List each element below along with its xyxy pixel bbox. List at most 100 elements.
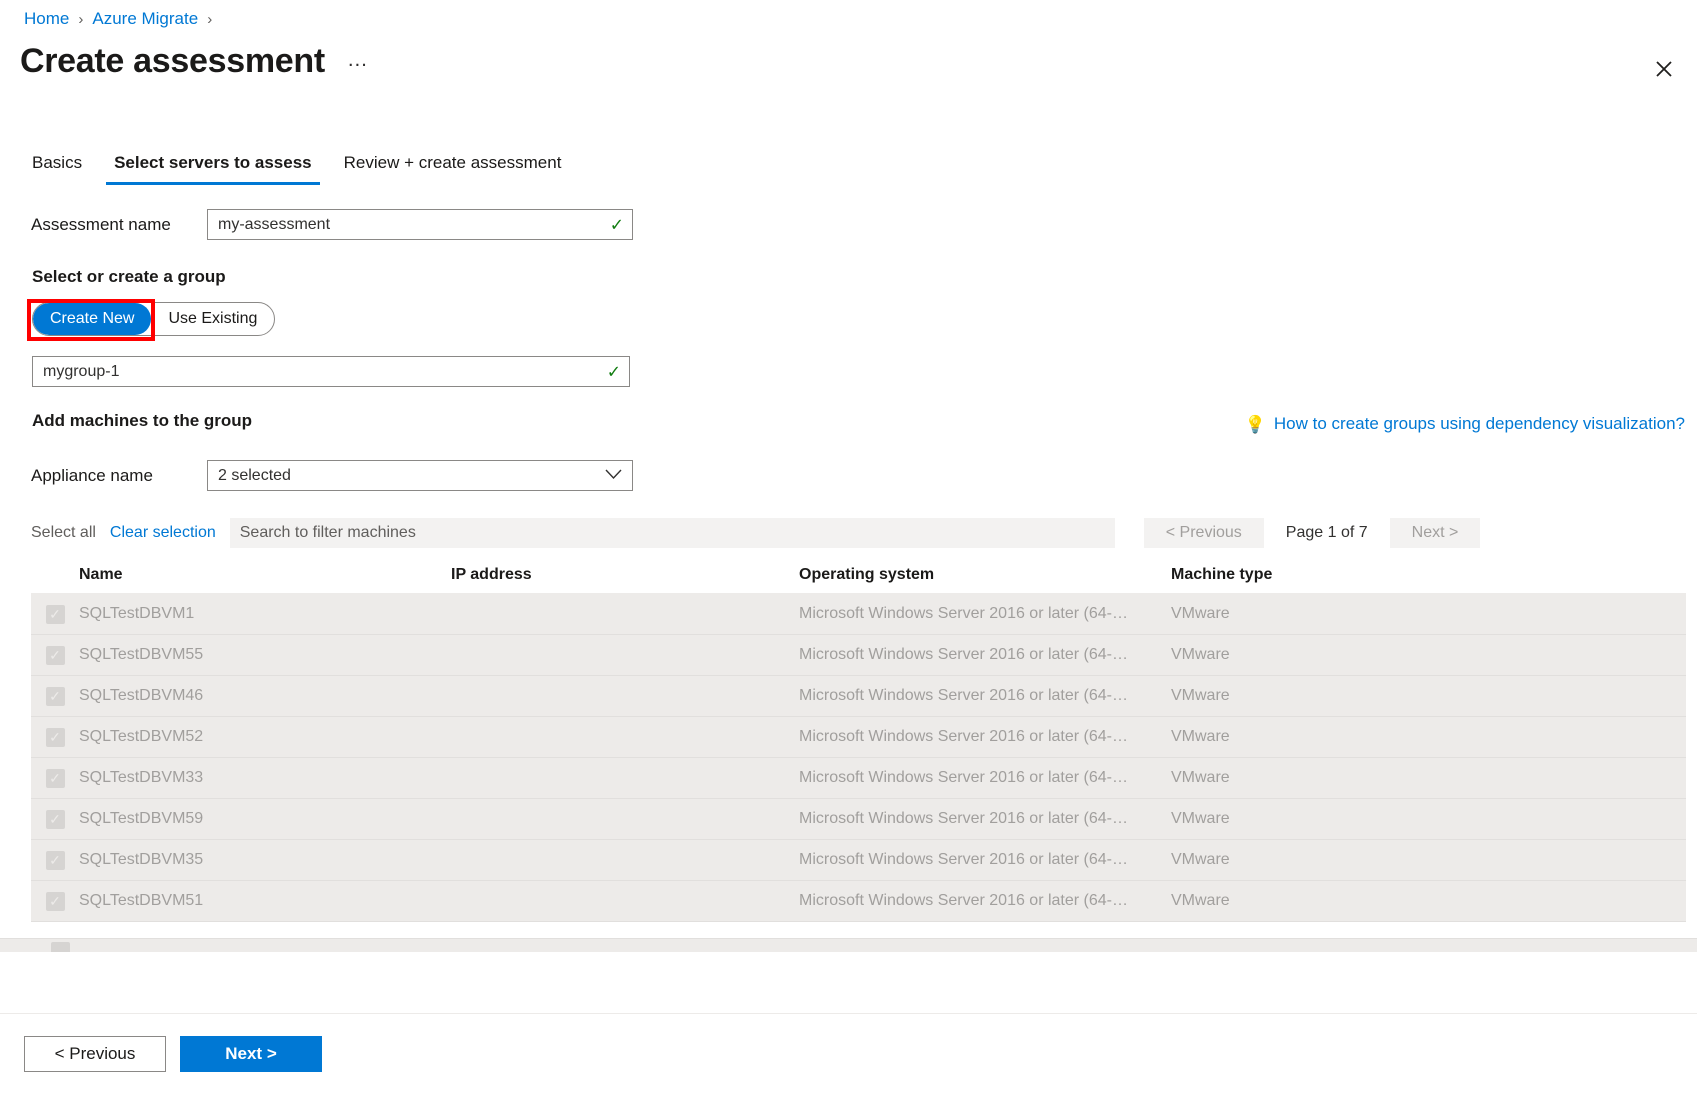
table-row[interactable]: ✓ SQLTestDBVM59 Microsoft Windows Server 2… bbox=[31, 799, 1686, 840]
breadcrumb-separator-icon: › bbox=[78, 11, 83, 28]
row-checkbox-cell: ✓ bbox=[31, 687, 79, 706]
row-checkbox[interactable]: ✓ bbox=[46, 851, 65, 870]
assessment-name-row: Assessment name my-assessment ✓ bbox=[31, 209, 633, 240]
cell-name: SQLTestDBVM46 bbox=[79, 687, 451, 705]
table-row[interactable]: ✓ SQLTestDBVM51 Microsoft Windows Server 2… bbox=[31, 881, 1686, 922]
breadcrumb-item-azure-migrate[interactable]: Azure Migrate bbox=[92, 9, 198, 29]
group-name-input[interactable]: mygroup-1 ✓ bbox=[32, 356, 630, 387]
cell-operating-system: Microsoft Windows Server 2016 or later (… bbox=[799, 810, 1171, 828]
valid-check-icon: ✓ bbox=[607, 363, 621, 380]
lightbulb-icon: 💡 bbox=[1245, 416, 1266, 433]
row-checkbox[interactable]: ✓ bbox=[46, 810, 65, 829]
create-new-button[interactable]: Create New bbox=[33, 303, 151, 335]
assessment-name-label: Assessment name bbox=[31, 215, 207, 235]
table-header-row: Name IP address Operating system Machine… bbox=[31, 556, 1686, 594]
select-all-button[interactable]: Select all bbox=[31, 524, 110, 542]
row-checkbox-cell: ✓ bbox=[31, 605, 79, 624]
wizard-footer: < Previous Next > bbox=[0, 1013, 1697, 1093]
pagination: < Previous Page 1 of 7 Next > bbox=[1144, 518, 1481, 548]
partial-row-clipped bbox=[0, 938, 1697, 952]
cell-name: SQLTestDBVM1 bbox=[79, 605, 451, 623]
cell-machine-type: VMware bbox=[1171, 810, 1686, 828]
dependency-visualization-link-label: How to create groups using dependency vi… bbox=[1274, 414, 1685, 434]
row-checkbox-cell: ✓ bbox=[31, 851, 79, 870]
table-row[interactable]: ✓ SQLTestDBVM1 Microsoft Windows Server 20… bbox=[31, 594, 1686, 635]
cell-name: SQLTestDBVM33 bbox=[79, 769, 451, 787]
table-row[interactable]: ✓ SQLTestDBVM46 Microsoft Windows Server 2… bbox=[31, 676, 1686, 717]
more-options-button[interactable]: … bbox=[347, 48, 370, 72]
previous-page-button[interactable]: < Previous bbox=[1144, 518, 1264, 548]
row-checkbox-cell: ✓ bbox=[31, 892, 79, 911]
cell-name: SQLTestDBVM52 bbox=[79, 728, 451, 746]
partial-row-checkbox bbox=[51, 942, 70, 952]
appliance-name-label: Appliance name bbox=[31, 466, 207, 486]
breadcrumb-item-home[interactable]: Home bbox=[24, 9, 69, 29]
table-row[interactable]: ✓ SQLTestDBVM52 Microsoft Windows Server 2… bbox=[31, 717, 1686, 758]
appliance-name-dropdown[interactable]: 2 selected bbox=[207, 460, 633, 491]
row-checkbox[interactable]: ✓ bbox=[46, 646, 65, 665]
tab-review-create-assessment[interactable]: Review + create assessment bbox=[328, 153, 578, 185]
row-checkbox[interactable]: ✓ bbox=[46, 687, 65, 706]
search-input[interactable]: Search to filter machines bbox=[230, 518, 1115, 548]
row-checkbox-cell: ✓ bbox=[31, 646, 79, 665]
chevron-down-icon bbox=[605, 467, 622, 485]
row-checkbox-cell: ✓ bbox=[31, 769, 79, 788]
tab-select-servers-to-assess[interactable]: Select servers to assess bbox=[98, 153, 328, 185]
assessment-name-input[interactable]: my-assessment ✓ bbox=[207, 209, 633, 240]
dependency-visualization-link[interactable]: 💡 How to create groups using dependency … bbox=[1245, 414, 1685, 434]
cell-operating-system: Microsoft Windows Server 2016 or later (… bbox=[799, 769, 1171, 787]
cell-operating-system: Microsoft Windows Server 2016 or later (… bbox=[799, 605, 1171, 623]
cell-name: SQLTestDBVM35 bbox=[79, 851, 451, 869]
next-page-button[interactable]: Next > bbox=[1390, 518, 1481, 548]
cell-operating-system: Microsoft Windows Server 2016 or later (… bbox=[799, 851, 1171, 869]
clear-selection-button[interactable]: Clear selection bbox=[110, 524, 230, 542]
group-name-value: mygroup-1 bbox=[43, 363, 119, 381]
breadcrumb: Home › Azure Migrate › bbox=[24, 9, 212, 29]
table-row[interactable]: ✓ SQLTestDBVM55 Microsoft Windows Server 2… bbox=[31, 635, 1686, 676]
column-header-machine-type: Machine type bbox=[1171, 566, 1686, 584]
machines-toolbar: Select all Clear selection Search to fil… bbox=[31, 518, 1686, 548]
row-checkbox[interactable]: ✓ bbox=[46, 605, 65, 624]
cell-machine-type: VMware bbox=[1171, 769, 1686, 787]
table-row[interactable]: ✓ SQLTestDBVM33 Microsoft Windows Server 2… bbox=[31, 758, 1686, 799]
cell-operating-system: Microsoft Windows Server 2016 or later (… bbox=[799, 728, 1171, 746]
row-checkbox-cell: ✓ bbox=[31, 810, 79, 829]
row-checkbox[interactable]: ✓ bbox=[46, 892, 65, 911]
appliance-name-row: Appliance name 2 selected bbox=[31, 460, 633, 491]
cell-machine-type: VMware bbox=[1171, 851, 1686, 869]
cell-machine-type: VMware bbox=[1171, 728, 1686, 746]
add-machines-heading: Add machines to the group bbox=[32, 411, 252, 431]
cell-name: SQLTestDBVM59 bbox=[79, 810, 451, 828]
page-title: Create assessment bbox=[20, 42, 325, 81]
column-header-name: Name bbox=[79, 566, 451, 584]
cell-machine-type: VMware bbox=[1171, 687, 1686, 705]
use-existing-button[interactable]: Use Existing bbox=[151, 303, 274, 335]
row-checkbox[interactable]: ✓ bbox=[46, 728, 65, 747]
assessment-name-value: my-assessment bbox=[218, 216, 330, 234]
page-indicator: Page 1 of 7 bbox=[1264, 524, 1390, 542]
close-icon bbox=[1654, 59, 1674, 79]
table-body: ✓ SQLTestDBVM1 Microsoft Windows Server 20… bbox=[31, 594, 1686, 976]
cell-machine-type: VMware bbox=[1171, 646, 1686, 664]
breadcrumb-separator-icon: › bbox=[207, 11, 212, 28]
machines-table: Name IP address Operating system Machine… bbox=[31, 556, 1686, 976]
row-checkbox[interactable]: ✓ bbox=[46, 769, 65, 788]
column-header-ip-address: IP address bbox=[451, 566, 799, 584]
cell-machine-type: VMware bbox=[1171, 892, 1686, 910]
cell-operating-system: Microsoft Windows Server 2016 or later (… bbox=[799, 687, 1171, 705]
tab-basics[interactable]: Basics bbox=[24, 153, 98, 185]
row-checkbox-cell: ✓ bbox=[31, 728, 79, 747]
appliance-name-value: 2 selected bbox=[218, 467, 291, 485]
cell-operating-system: Microsoft Windows Server 2016 or later (… bbox=[799, 646, 1171, 664]
wizard-tabs: Basics Select servers to assess Review +… bbox=[24, 153, 577, 185]
close-button[interactable] bbox=[1645, 50, 1683, 88]
cell-operating-system: Microsoft Windows Server 2016 or later (… bbox=[799, 892, 1171, 910]
footer-previous-button[interactable]: < Previous bbox=[24, 1036, 166, 1072]
cell-name: SQLTestDBVM55 bbox=[79, 646, 451, 664]
title-row: Create assessment … bbox=[20, 42, 370, 81]
group-mode-toggle: Create New Use Existing bbox=[32, 302, 275, 336]
table-row[interactable]: ✓ SQLTestDBVM35 Microsoft Windows Server 2… bbox=[31, 840, 1686, 881]
footer-next-button[interactable]: Next > bbox=[180, 1036, 322, 1072]
cell-name: SQLTestDBVM51 bbox=[79, 892, 451, 910]
select-or-create-group-heading: Select or create a group bbox=[32, 267, 226, 287]
